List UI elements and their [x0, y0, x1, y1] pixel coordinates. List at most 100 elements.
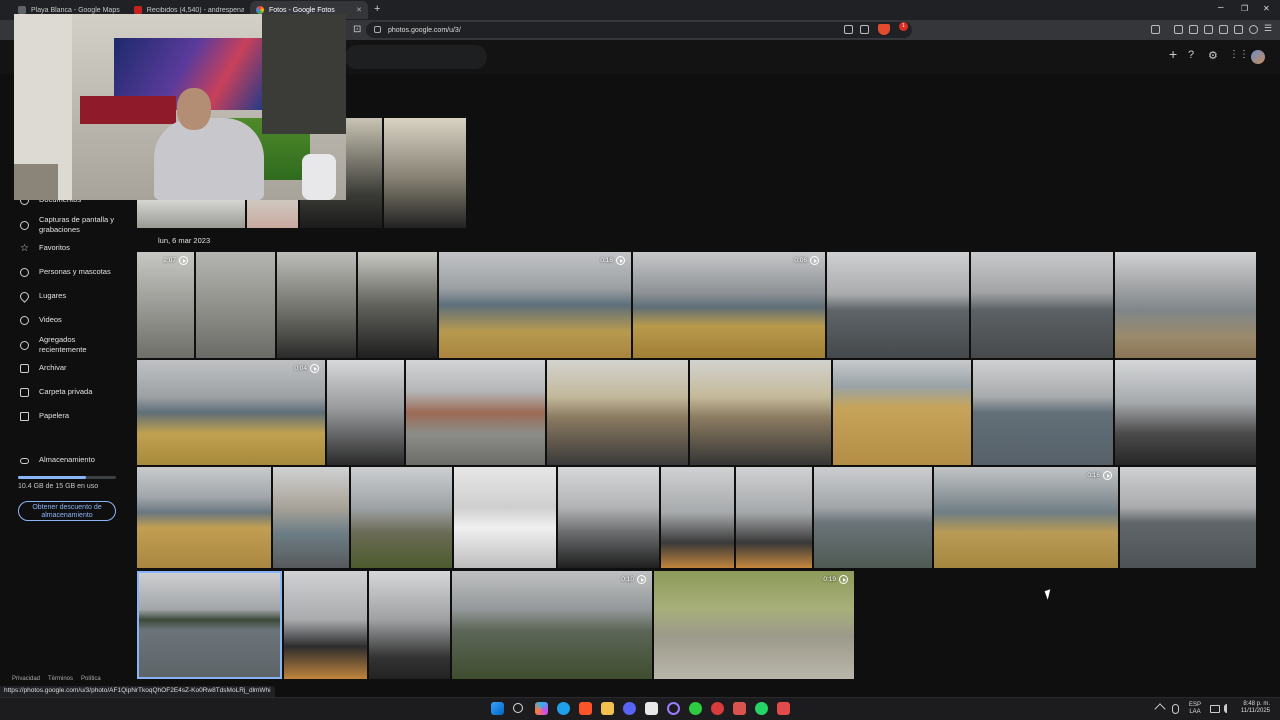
menu-icon[interactable]: ☰ — [1264, 23, 1273, 33]
whatsapp-icon[interactable] — [755, 702, 768, 715]
photo-thumbnail[interactable] — [547, 360, 688, 465]
photo-thumbnail[interactable] — [137, 200, 245, 228]
sidebar-item-storage[interactable]: Almacenamiento — [20, 455, 95, 465]
search-icon[interactable] — [513, 703, 523, 713]
rewards-badge[interactable]: 1 — [899, 22, 908, 31]
photo-thumbnail-selected[interactable] — [137, 571, 282, 679]
photo-thumbnail[interactable] — [971, 252, 1113, 358]
terms-link[interactable]: Términos — [48, 676, 73, 682]
photo-thumbnail[interactable] — [369, 571, 450, 679]
photo-thumbnail[interactable] — [351, 467, 452, 568]
edge-icon[interactable] — [557, 702, 570, 715]
sidebar-item-label: Videos — [39, 315, 62, 324]
network-icon[interactable] — [1210, 705, 1220, 713]
video-thumbnail[interactable]: 0:16 — [934, 467, 1118, 568]
sidebar-item-archive[interactable]: Archivar — [20, 363, 67, 373]
sidebar-item-favorites[interactable]: ☆ Favoritos — [20, 243, 70, 253]
sidebar-item-videos[interactable]: Videos — [20, 315, 62, 325]
app-icon[interactable] — [711, 702, 724, 715]
photo-thumbnail[interactable] — [273, 467, 349, 568]
app-icon[interactable] — [777, 702, 790, 715]
video-thumbnail[interactable]: 0:10 — [452, 571, 652, 679]
sidebar-item-recent[interactable]: Agregados recientemente — [20, 335, 100, 355]
video-thumbnail[interactable]: 0:04 — [137, 360, 325, 465]
photo-thumbnail[interactable] — [558, 467, 659, 568]
input-language[interactable]: ESP LAA — [1189, 702, 1201, 716]
bookmark-icon[interactable]: ⊡ — [353, 24, 361, 35]
search-input[interactable] — [345, 45, 487, 69]
calendar-icon[interactable] — [645, 702, 658, 715]
cloud-icon — [20, 458, 29, 464]
photo-thumbnail[interactable] — [1120, 467, 1256, 568]
photo-thumbnail[interactable] — [327, 360, 404, 465]
start-icon[interactable] — [491, 702, 504, 715]
policy-link[interactable]: Política — [81, 676, 101, 682]
download-icon[interactable] — [1174, 25, 1183, 34]
photo-thumbnail[interactable] — [137, 467, 271, 568]
close-tab-icon[interactable]: ✕ — [356, 6, 362, 14]
sidebar-item-label: Papelera — [39, 411, 70, 420]
app-icon[interactable] — [733, 702, 746, 715]
account-avatar[interactable] — [1251, 50, 1265, 64]
leo-icon[interactable] — [1234, 25, 1243, 34]
photo-thumbnail[interactable] — [1115, 252, 1256, 358]
copilot-icon[interactable] — [535, 702, 548, 715]
photo-thumbnail[interactable] — [814, 467, 932, 568]
sidebar-item-people[interactable]: Personas y mascotas — [20, 267, 111, 277]
storage-discount-button[interactable]: Obtener descuento de almacenamiento — [18, 501, 116, 521]
spotify-icon[interactable] — [689, 702, 702, 715]
settings-gear-icon[interactable]: ⚙ — [1208, 49, 1218, 62]
obs-icon[interactable] — [667, 702, 680, 715]
photo-thumbnail[interactable] — [833, 360, 971, 465]
photo-thumbnail[interactable] — [277, 252, 356, 358]
photo-thumbnail[interactable] — [358, 252, 437, 358]
tray-expand-icon[interactable] — [1154, 703, 1166, 715]
discord-icon[interactable] — [623, 702, 636, 715]
close-window-icon[interactable]: ✕ — [1263, 4, 1270, 13]
help-icon[interactable]: ? — [1188, 49, 1194, 61]
photo-thumbnail[interactable] — [973, 360, 1113, 465]
photo-thumbnail[interactable] — [661, 467, 734, 568]
vpn-icon[interactable] — [1249, 25, 1258, 34]
maximize-icon[interactable]: ❐ — [1241, 4, 1248, 13]
microphone-icon[interactable] — [1172, 704, 1179, 714]
new-tab-icon[interactable]: + — [374, 3, 380, 15]
sidebar-item-private-folder[interactable]: Carpeta privada — [20, 387, 92, 397]
photo-thumbnail[interactable] — [1115, 360, 1256, 465]
file-explorer-icon[interactable] — [601, 702, 614, 715]
volume-icon[interactable] — [1224, 704, 1233, 713]
share-icon[interactable] — [860, 25, 869, 34]
photo-thumbnail[interactable] — [454, 467, 556, 568]
photo-thumbnail[interactable] — [827, 252, 969, 358]
windows-taskbar: ESP LAA 8:48 p. m. 11/11/2025 — [0, 697, 1280, 720]
photo-thumbnail[interactable] — [384, 118, 466, 228]
video-thumbnail[interactable]: 0:19 — [654, 571, 854, 679]
add-icon[interactable]: + — [1169, 46, 1177, 62]
brave-icon[interactable] — [579, 702, 592, 715]
sidebar-item-trash[interactable]: Papelera — [20, 411, 69, 421]
sidebar-item-screenshots[interactable]: Capturas de pantalla y grabaciones — [20, 215, 120, 235]
reader-icon[interactable] — [1151, 25, 1160, 34]
photo-thumbnail[interactable] — [406, 360, 545, 465]
sidebar-item-places[interactable]: Lugares — [18, 289, 66, 303]
privacy-link[interactable]: Privacidad — [12, 676, 40, 682]
video-thumbnail[interactable]: 0:06 — [633, 252, 825, 358]
play-icon — [179, 256, 188, 265]
cast-icon[interactable] — [844, 25, 853, 34]
apps-grid-icon[interactable]: ⋮⋮ — [1229, 49, 1249, 60]
media-icon[interactable] — [1189, 25, 1198, 34]
photo-thumbnail[interactable] — [196, 252, 275, 358]
minimize-icon[interactable]: – — [1218, 2, 1224, 13]
address-bar[interactable]: photos.google.com/u/3/ — [366, 22, 912, 38]
video-thumbnail[interactable]: 0:16 — [439, 252, 631, 358]
sidebar-icon[interactable] — [1204, 25, 1213, 34]
photo-thumbnail[interactable] — [284, 571, 367, 679]
wallet-icon[interactable] — [1219, 25, 1228, 34]
video-thumbnail[interactable]: 2:07 — [137, 252, 194, 358]
gmail-favicon-icon — [134, 6, 142, 14]
clock[interactable]: 8:48 p. m. 11/11/2025 — [1241, 701, 1270, 715]
site-info-icon[interactable] — [374, 26, 381, 33]
photo-thumbnail[interactable] — [736, 467, 812, 568]
photo-thumbnail[interactable] — [247, 200, 298, 228]
photo-thumbnail[interactable] — [690, 360, 831, 465]
